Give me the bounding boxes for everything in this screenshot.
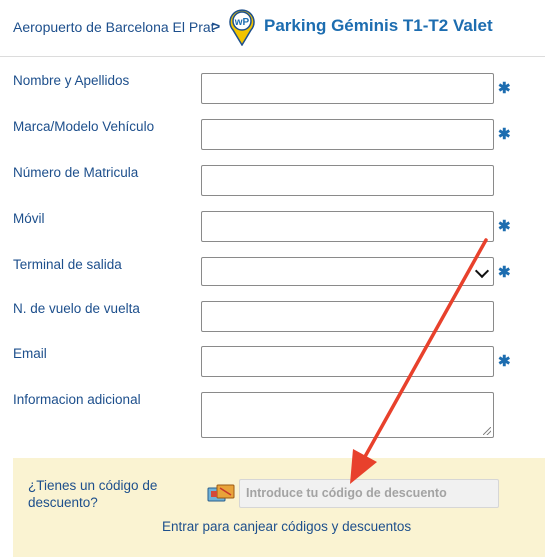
mobile-input[interactable]: [201, 211, 494, 242]
svg-text:wP: wP: [234, 17, 250, 28]
email-input[interactable]: [201, 346, 494, 377]
page-title: Parking Géminis T1-T2 Valet: [264, 16, 493, 35]
field-label: Número de Matricula: [13, 165, 139, 180]
required-asterisk-icon: ✱: [498, 80, 511, 97]
discount-code-placeholder: Introduce tu código de descuento: [246, 486, 447, 500]
plate-number-input[interactable]: [201, 165, 494, 196]
chevron-down-icon: [474, 263, 490, 279]
header: Aeropuerto de Barcelona El Prat > wP Par…: [0, 0, 557, 56]
breadcrumb-separator: >: [212, 18, 221, 34]
discount-code-input[interactable]: Introduce tu código de descuento: [239, 479, 499, 508]
required-asterisk-icon: ✱: [498, 218, 511, 235]
discount-question: ¿Tienes un código de descuento?: [28, 478, 158, 510]
resize-handle-icon[interactable]: [483, 427, 491, 435]
field-label: Terminal de salida: [13, 257, 122, 272]
field-label: Email: [13, 346, 47, 361]
field-label: Marca/Modelo Vehículo: [13, 119, 155, 134]
field-label: N. de vuelo de vuelta: [13, 301, 140, 316]
field-label: Informacion adicional: [13, 392, 141, 407]
return-flight-input[interactable]: [201, 301, 494, 332]
additional-info-textarea[interactable]: [201, 392, 494, 438]
terminal-select[interactable]: [201, 257, 494, 286]
gift-cards-icon: [207, 484, 235, 502]
vehicle-model-input[interactable]: [201, 119, 494, 150]
required-asterisk-icon: ✱: [498, 126, 511, 143]
parking-logo-icon: wP: [229, 9, 255, 46]
field-label: Nombre y Apellidos: [13, 73, 130, 88]
required-asterisk-icon: ✱: [498, 353, 511, 370]
breadcrumb-airport[interactable]: Aeropuerto de Barcelona El Prat: [13, 19, 215, 35]
field-label: Móvil: [13, 211, 45, 226]
required-asterisk-icon: ✱: [498, 264, 511, 281]
header-divider: [0, 56, 545, 57]
discount-code-section: ¿Tienes un código de descuento? Introduc…: [13, 458, 545, 557]
redeem-codes-link[interactable]: Entrar para canjear códigos y descuentos: [162, 519, 411, 534]
name-input[interactable]: [201, 73, 494, 104]
